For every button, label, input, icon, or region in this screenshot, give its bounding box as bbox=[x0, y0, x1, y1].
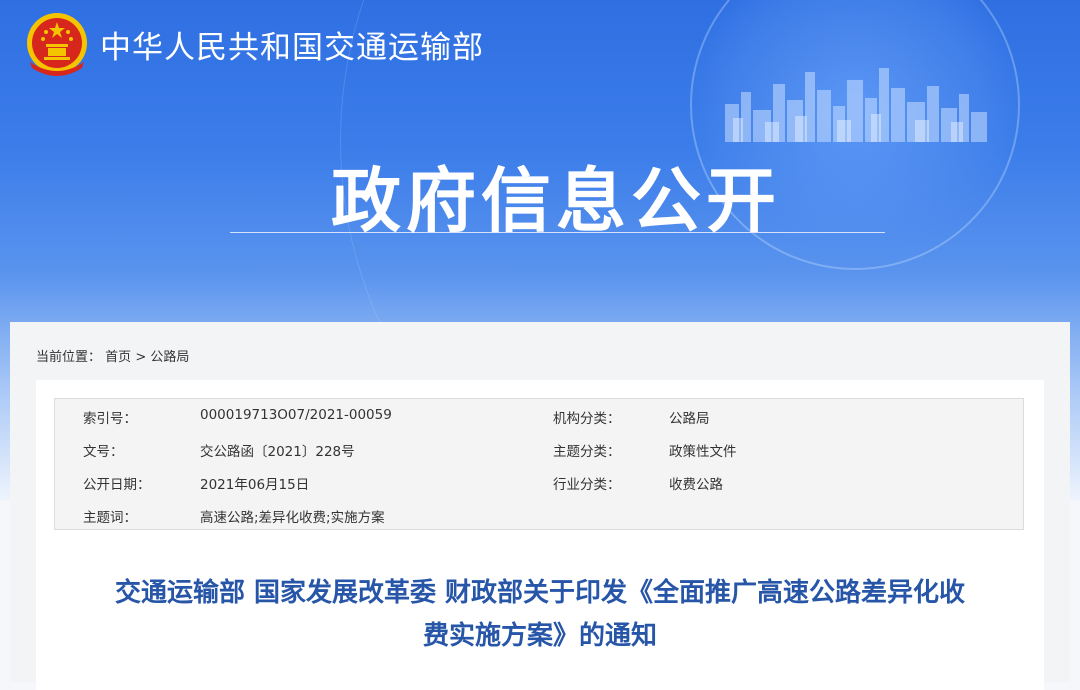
keywords-label: 主题词： bbox=[83, 510, 137, 526]
breadcrumb-prefix: 当前位置： bbox=[36, 350, 102, 365]
index-value: 000019713O07/2021-00059 bbox=[200, 407, 392, 423]
main-panel: 当前位置： 首页 > 公路局 索引号： 000019713O07/2021-00… bbox=[10, 322, 1070, 690]
metadata-row: 索引号： 000019713O07/2021-00059 机构分类： 公路局 bbox=[55, 399, 1023, 432]
breadcrumb: 当前位置： 首页 > 公路局 bbox=[36, 346, 189, 365]
document-title: 交通运输部 国家发展改革委 财政部关于印发《全面推广高速公路差异化收 费实施方案… bbox=[36, 572, 1044, 658]
org-label: 机构分类： bbox=[553, 411, 621, 427]
doc-number-value: 交公路函〔2021〕228号 bbox=[200, 444, 355, 460]
metadata-row: 文号： 交公路函〔2021〕228号 主题分类： 政策性文件 bbox=[55, 432, 1023, 465]
industry-value: 收费公路 bbox=[669, 477, 723, 493]
topic-value: 政策性文件 bbox=[669, 444, 737, 460]
topic-label: 主题分类： bbox=[553, 444, 621, 460]
breadcrumb-current-link[interactable]: 公路局 bbox=[150, 350, 189, 365]
industry-label: 行业分类： bbox=[553, 477, 621, 493]
document-metadata-table: 索引号： 000019713O07/2021-00059 机构分类： 公路局 文… bbox=[54, 398, 1024, 530]
national-emblem-icon bbox=[27, 13, 87, 76]
org-value: 公路局 bbox=[669, 411, 710, 427]
metadata-row: 公开日期： 2021年06月15日 行业分类： 收费公路 bbox=[55, 465, 1023, 498]
article-content: 索引号： 000019713O07/2021-00059 机构分类： 公路局 文… bbox=[36, 380, 1044, 690]
doc-number-label: 文号： bbox=[83, 444, 124, 460]
hero-title: 政府信息公开 bbox=[331, 160, 781, 242]
city-skyline-illustration bbox=[725, 68, 987, 142]
breadcrumb-home-link[interactable]: 首页 bbox=[105, 350, 131, 365]
index-label: 索引号： bbox=[83, 411, 137, 427]
site-name[interactable]: 中华人民共和国交通运输部 bbox=[100, 22, 484, 67]
metadata-row: 主题词： 高速公路;差异化收费;实施方案 bbox=[55, 498, 1023, 531]
publish-date-label: 公开日期： bbox=[83, 477, 151, 493]
hero-divider bbox=[230, 232, 885, 233]
document-title-line: 费实施方案》的通知 bbox=[422, 621, 657, 651]
document-title-line: 交通运输部 国家发展改革委 财政部关于印发《全面推广高速公路差异化收 bbox=[114, 578, 966, 608]
keywords-value: 高速公路;差异化收费;实施方案 bbox=[200, 510, 385, 526]
publish-date-value: 2021年06月15日 bbox=[200, 477, 310, 493]
breadcrumb-separator: > bbox=[135, 350, 147, 365]
